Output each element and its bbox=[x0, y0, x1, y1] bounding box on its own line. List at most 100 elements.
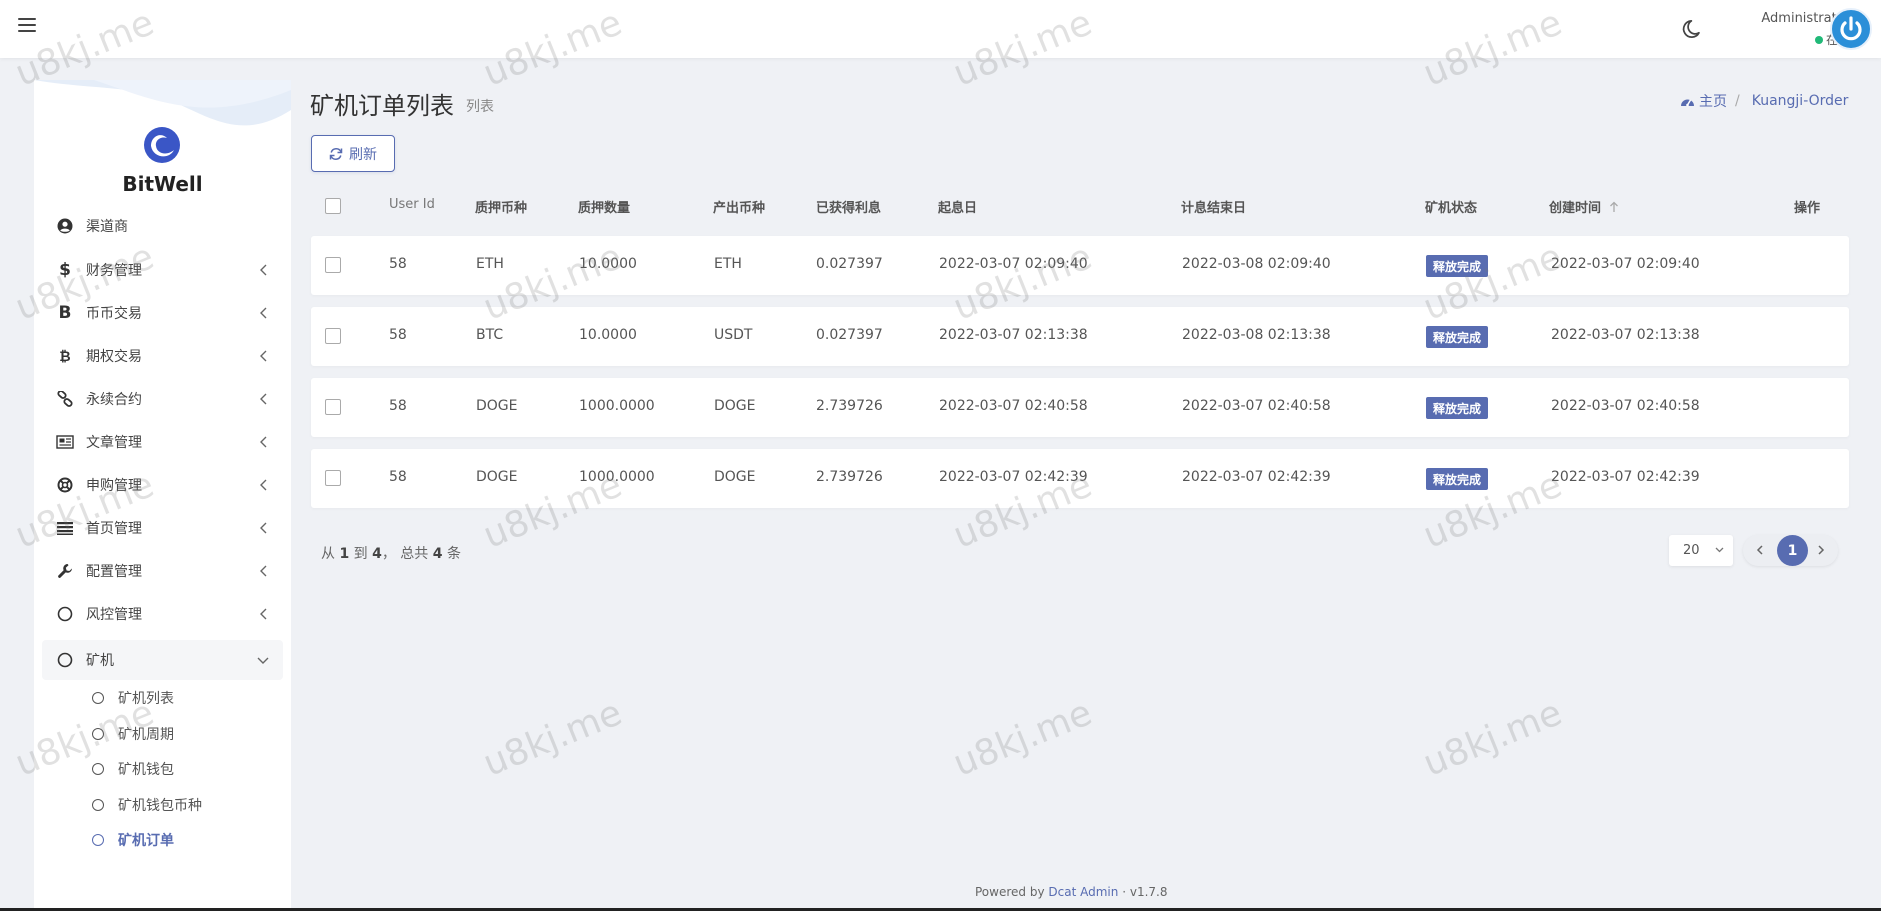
bitcoin-icon: ₿ bbox=[59, 348, 71, 365]
chevron-left-icon bbox=[260, 565, 267, 577]
sidebar-item-options-trading[interactable]: ₿ 期权交易 bbox=[42, 336, 283, 376]
cell-created-time: 2022-03-07 02:13:38 bbox=[1551, 327, 1700, 343]
table-row[interactable]: 58 BTC 10.0000 USDT 0.027397 2022-03-07 … bbox=[311, 307, 1849, 366]
pagination: 1 bbox=[1743, 535, 1838, 566]
chevron-left-icon bbox=[260, 264, 267, 276]
breadcrumb-home[interactable]: 主页 bbox=[1699, 91, 1727, 111]
cell-user-id: 58 bbox=[389, 256, 407, 272]
next-page-icon[interactable] bbox=[1814, 542, 1828, 558]
cell-start-date: 2022-03-07 02:42:39 bbox=[939, 469, 1088, 485]
cell-end-date: 2022-03-08 02:09:40 bbox=[1182, 256, 1331, 272]
cell-pledge-coin: BTC bbox=[476, 327, 504, 343]
column-header-machine-status[interactable]: 矿机状态 bbox=[1425, 197, 1477, 216]
table-row[interactable]: 58 DOGE 1000.0000 DOGE 2.739726 2022-03-… bbox=[311, 449, 1849, 508]
sidebar-subitem-machine-cycle[interactable]: 矿机周期 bbox=[92, 719, 174, 749]
chevron-left-icon bbox=[260, 307, 267, 319]
sort-arrow-up-icon[interactable] bbox=[1609, 201, 1619, 213]
lifebuoy-icon bbox=[54, 477, 76, 493]
table-header: User Id 质押币种 质押数量 产出币种 已获得利息 起息日 计息结束日 矿… bbox=[311, 190, 1849, 220]
chevron-left-icon bbox=[260, 479, 267, 491]
breadcrumb-separator: / bbox=[1735, 93, 1740, 109]
chevron-left-icon bbox=[260, 608, 267, 620]
circle-icon bbox=[92, 728, 104, 740]
sidebar-item-subscription-management[interactable]: 申购管理 bbox=[42, 465, 283, 505]
column-header-user-id[interactable]: User Id bbox=[389, 197, 435, 212]
row-checkbox[interactable] bbox=[325, 399, 341, 415]
cell-user-id: 58 bbox=[389, 469, 407, 485]
bold-b-icon: B bbox=[58, 303, 72, 323]
cell-end-date: 2022-03-07 02:42:39 bbox=[1182, 469, 1331, 485]
watermark: u8kj.me bbox=[477, 692, 628, 785]
avatar[interactable] bbox=[1830, 8, 1872, 50]
sidebar-item-finance[interactable]: $ 财务管理 bbox=[42, 250, 283, 290]
sidebar: BitWell 渠道商 $ 财务管理 B 币币交易 ₿ 期权交易 永续合约 文章… bbox=[34, 80, 291, 911]
list-icon bbox=[54, 521, 76, 535]
cell-user-id: 58 bbox=[389, 398, 407, 414]
per-page-select[interactable]: 20 bbox=[1669, 535, 1733, 566]
circle-icon bbox=[54, 652, 76, 668]
cell-pledge-coin: ETH bbox=[476, 256, 504, 272]
circle-icon bbox=[92, 763, 104, 775]
menu-toggle-icon[interactable] bbox=[18, 18, 36, 32]
sidebar-subitem-machine-list[interactable]: 矿机列表 bbox=[92, 683, 174, 713]
row-checkbox[interactable] bbox=[325, 470, 341, 486]
cell-output-coin: DOGE bbox=[714, 398, 756, 414]
refresh-icon bbox=[329, 147, 343, 160]
cell-start-date: 2022-03-07 02:40:58 bbox=[939, 398, 1088, 414]
table-row[interactable]: 58 DOGE 1000.0000 DOGE 2.739726 2022-03-… bbox=[311, 378, 1849, 437]
column-header-created-time[interactable]: 创建时间 bbox=[1549, 197, 1619, 216]
page-number-button[interactable]: 1 bbox=[1777, 535, 1808, 566]
dcat-admin-link[interactable]: Dcat Admin bbox=[1048, 885, 1118, 899]
sidebar-item-mining-machine[interactable]: 矿机 bbox=[42, 640, 283, 680]
sidebar-item-spot-trading[interactable]: B 币币交易 bbox=[42, 293, 283, 333]
chevron-left-icon bbox=[260, 393, 267, 405]
sidebar-item-home-management[interactable]: 首页管理 bbox=[42, 508, 283, 548]
prev-page-icon[interactable] bbox=[1753, 542, 1767, 558]
cell-end-date: 2022-03-08 02:13:38 bbox=[1182, 327, 1331, 343]
cell-output-coin: ETH bbox=[714, 256, 742, 272]
select-all-checkbox[interactable] bbox=[325, 198, 341, 214]
row-checkbox[interactable] bbox=[325, 328, 341, 344]
column-header-start-date[interactable]: 起息日 bbox=[938, 197, 977, 216]
cell-output-coin: DOGE bbox=[714, 469, 756, 485]
cell-pledge-amount: 10.0000 bbox=[579, 256, 637, 272]
footer: Powered by Dcat Admin · v1.7.8 bbox=[975, 885, 1168, 899]
cell-pledge-amount: 1000.0000 bbox=[579, 469, 655, 485]
chevron-left-icon bbox=[260, 350, 267, 362]
column-header-output-coin[interactable]: 产出币种 bbox=[713, 197, 765, 216]
column-header-pledge-amount[interactable]: 质押数量 bbox=[578, 197, 630, 216]
status-badge: 释放完成 bbox=[1426, 326, 1489, 348]
sidebar-item-config-management[interactable]: 配置管理 bbox=[42, 551, 283, 591]
sidebar-subitem-machine-wallet-coin[interactable]: 矿机钱包币种 bbox=[92, 790, 202, 820]
breadcrumb-current: Kuangji-Order bbox=[1751, 93, 1849, 109]
row-checkbox[interactable] bbox=[325, 257, 341, 273]
status-badge: 释放完成 bbox=[1426, 255, 1489, 277]
brand-name: BitWell bbox=[122, 172, 203, 196]
cell-start-date: 2022-03-07 02:13:38 bbox=[939, 327, 1088, 343]
refresh-button[interactable]: 刷新 bbox=[311, 135, 395, 172]
cell-pledge-coin: DOGE bbox=[476, 469, 518, 485]
sidebar-subitem-machine-wallet[interactable]: 矿机钱包 bbox=[92, 754, 174, 784]
sidebar-item-channel[interactable]: 渠道商 bbox=[42, 206, 283, 246]
user-circle-icon bbox=[54, 218, 76, 234]
column-header-pledge-coin[interactable]: 质押币种 bbox=[475, 197, 527, 216]
online-dot-icon bbox=[1814, 36, 1823, 44]
column-header-interest-earned[interactable]: 已获得利息 bbox=[816, 197, 881, 216]
cell-pledge-coin: DOGE bbox=[476, 398, 518, 414]
sidebar-subitem-machine-order[interactable]: 矿机订单 bbox=[92, 825, 174, 855]
sidebar-item-risk-control[interactable]: 风控管理 bbox=[42, 594, 283, 634]
pagination-summary: 从 1 到 4， 总共 4 条 bbox=[321, 546, 461, 562]
status-badge: 释放完成 bbox=[1426, 397, 1489, 419]
status-badge: 释放完成 bbox=[1426, 468, 1489, 490]
column-header-end-date[interactable]: 计息结束日 bbox=[1181, 197, 1246, 216]
circle-icon bbox=[92, 692, 104, 704]
breadcrumb: 主页 / Kuangji-Order bbox=[1680, 91, 1848, 111]
page-subtitle: 列表 bbox=[466, 99, 494, 115]
watermark: u8kj.me bbox=[947, 692, 1098, 785]
cell-start-date: 2022-03-07 02:09:40 bbox=[939, 256, 1088, 272]
table-row[interactable]: 58 ETH 10.0000 ETH 0.027397 2022-03-07 0… bbox=[311, 236, 1849, 295]
cell-interest: 0.027397 bbox=[816, 327, 883, 343]
sidebar-item-perpetual-contract[interactable]: 永续合约 bbox=[42, 379, 283, 419]
user-name[interactable]: Administrator bbox=[1700, 11, 1850, 26]
sidebar-item-article-management[interactable]: 文章管理 bbox=[42, 422, 283, 462]
